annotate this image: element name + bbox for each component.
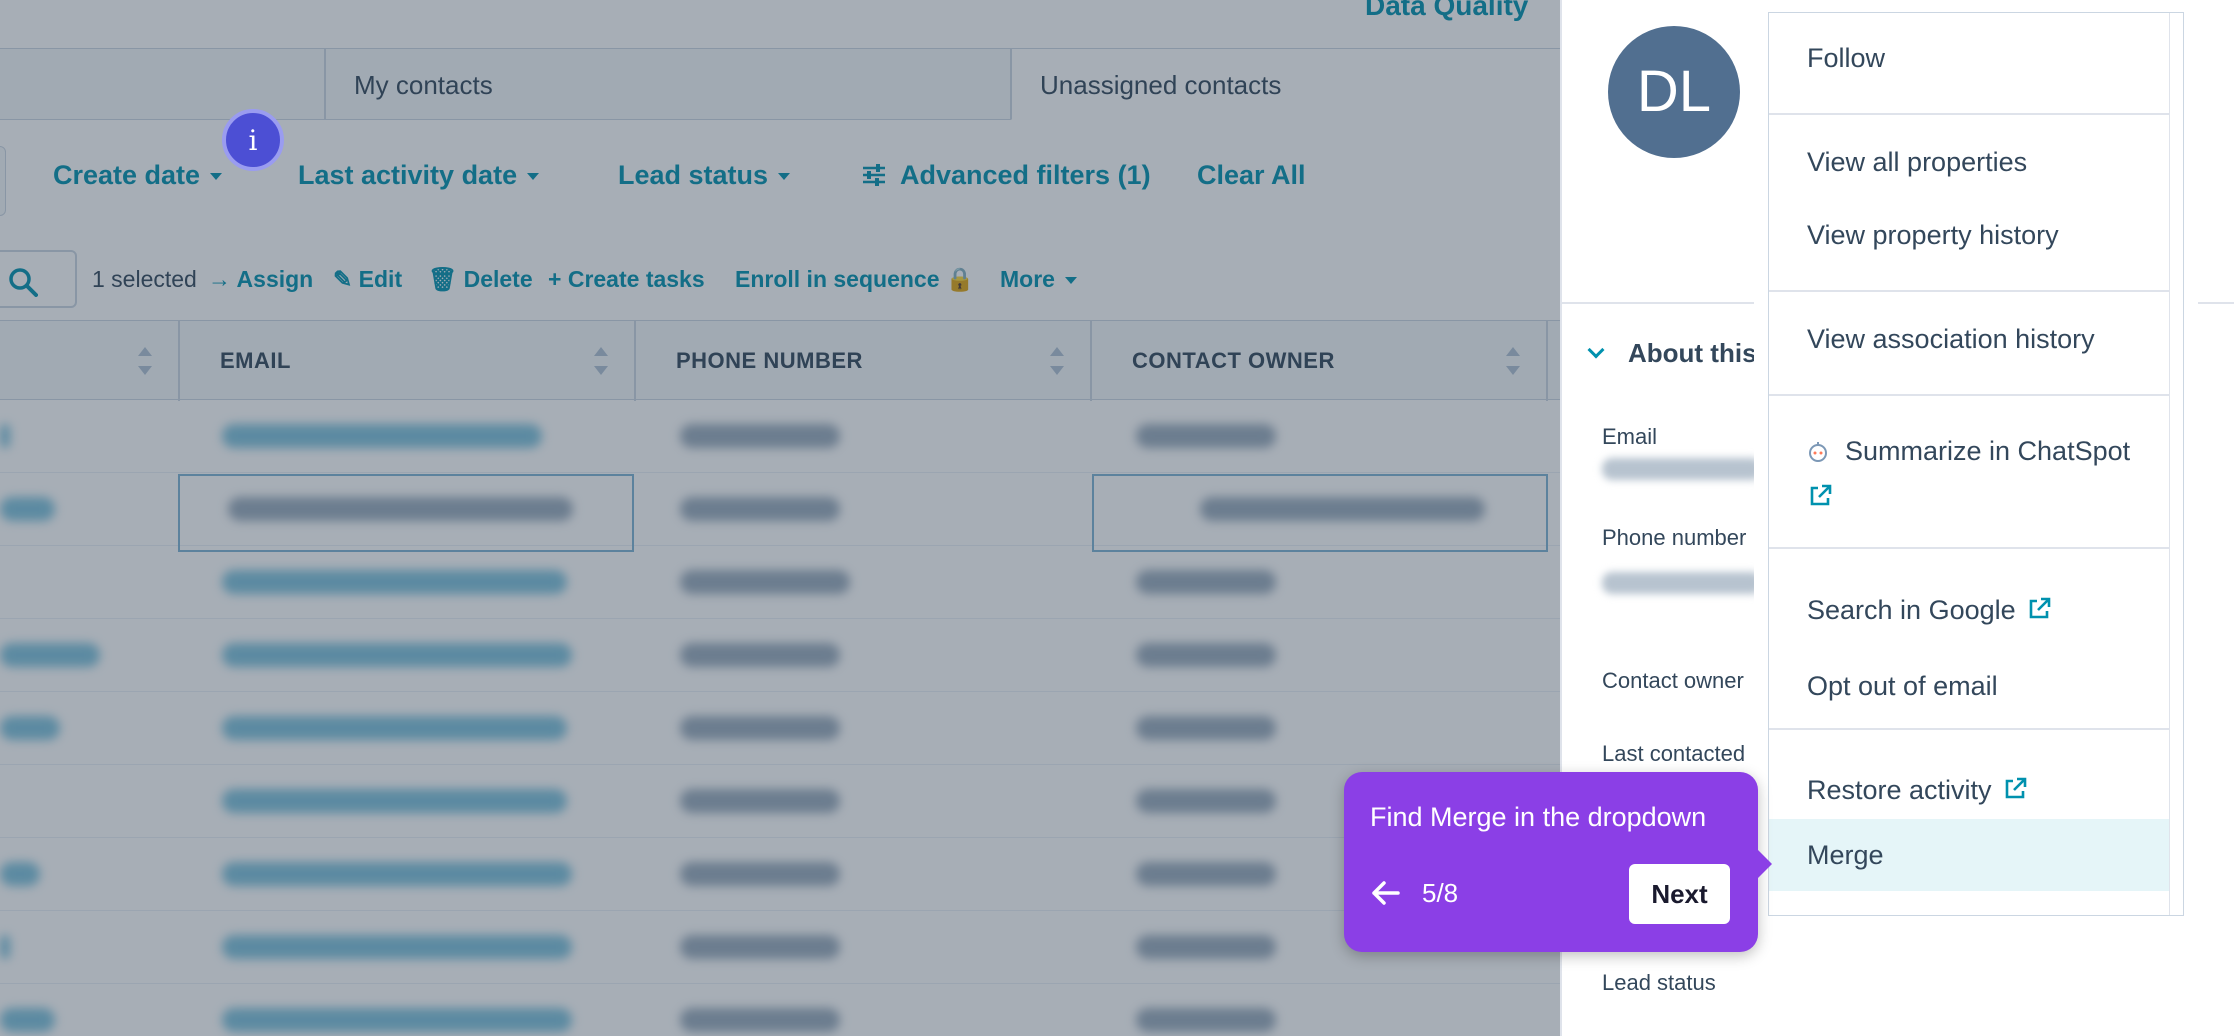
email-property-value [1602, 458, 1762, 480]
menu-item-merge[interactable]: Merge [1769, 819, 2169, 891]
info-badge[interactable]: i [222, 109, 284, 171]
menu-item-view-property-history[interactable]: View property history [1769, 220, 2169, 251]
menu-divider [1769, 394, 2169, 396]
avatar: DL [1608, 26, 1740, 158]
restore-activity-label: Restore activity [1807, 775, 1992, 805]
chevron-down-icon [1587, 341, 1605, 359]
last-contacted-property-label: Last contacted [1602, 741, 1746, 766]
external-link-icon [1810, 484, 1832, 506]
lead-status-property-label: Lead status [1602, 970, 1716, 995]
menu-divider [1769, 113, 2169, 115]
about-section-toggle[interactable]: About this [1587, 338, 1757, 369]
actions-dropdown-menu: Follow View all properties View property… [1768, 12, 2184, 916]
menu-item-view-all-properties[interactable]: View all properties [1769, 147, 2169, 178]
menu-item-opt-out-email[interactable]: Opt out of email [1769, 671, 2169, 702]
contacts-app: Data Quality My contacts Unassigned cont… [0, 0, 1571, 1036]
menu-divider [1769, 728, 2169, 730]
menu-item-view-association-history[interactable]: View association history [1769, 324, 2169, 355]
tour-message: Find Merge in the dropdown [1370, 802, 1707, 832]
tour-next-button[interactable]: Next [1629, 864, 1730, 924]
menu-item-follow[interactable]: Follow [1769, 43, 2169, 74]
phone-property-label: Phone number [1602, 525, 1747, 550]
menu-divider [1769, 547, 2169, 549]
menu-divider [1769, 290, 2169, 292]
owner-property-label: Contact owner [1602, 668, 1744, 693]
arrow-left-icon[interactable] [1368, 878, 1402, 908]
menu-item-search-google[interactable]: Search in Google [1769, 595, 2169, 626]
search-google-label: Search in Google [1807, 595, 2016, 625]
email-property-label: Email [1602, 424, 1658, 449]
external-link-icon [2005, 777, 2026, 799]
menu-item-summarize-chatspot[interactable]: Summarize in ChatSpot [1769, 428, 2169, 520]
summarize-chatspot-label: Summarize in ChatSpot [1845, 436, 2131, 466]
about-section-title: About this [1628, 338, 1757, 368]
tour-step-counter: 5/8 [1422, 878, 1459, 908]
chatspot-icon [1809, 442, 1827, 462]
external-link-icon [2029, 597, 2050, 619]
menu-item-restore-activity[interactable]: Restore activity [1769, 775, 2169, 806]
dropdown-scrollbar[interactable] [2169, 13, 2183, 915]
phone-property-value [1602, 572, 1762, 594]
guided-tour-tooltip: Find Merge in the dropdown 5/8 Next [1344, 772, 1772, 952]
